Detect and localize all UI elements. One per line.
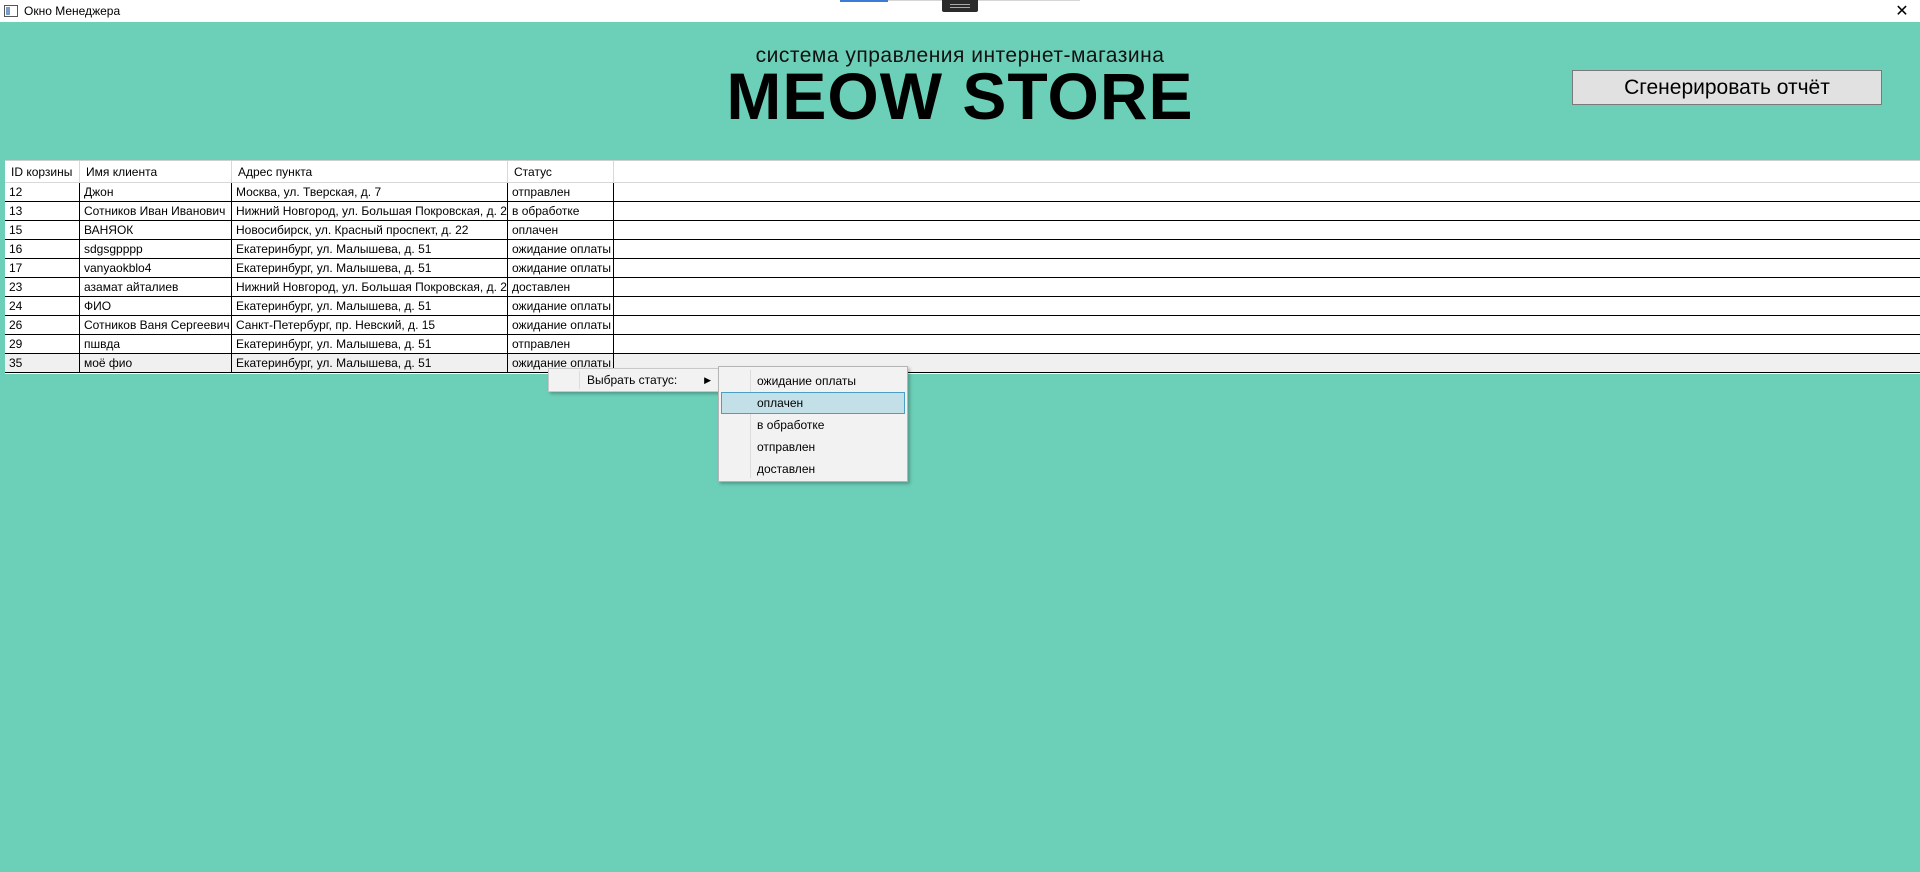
cell-address[interactable]: Нижний Новгород, ул. Большая Покровская,… [232,202,508,220]
column-header-filler [614,161,1920,182]
cell-filler [614,221,1920,239]
cell-status[interactable]: отправлен [508,335,614,353]
context-menu: Выбрать статус: ▶ [548,368,720,392]
cell-status[interactable]: оплачен [508,221,614,239]
cell-filler [614,278,1920,296]
table-row[interactable]: 13 Сотников Иван Иванович Нижний Новгород,… [5,202,1920,221]
submenu-arrow-icon: ▶ [704,375,711,385]
cell-address[interactable]: Екатеринбург, ул. Малышева, д. 51 [232,297,508,315]
status-submenu: ожидание оплаты оплачен в обработке отпр… [718,366,908,482]
cell-filler [614,259,1920,277]
column-header-status[interactable]: Статус [508,161,614,182]
cell-id[interactable]: 12 [5,183,80,201]
status-option-processing[interactable]: в обработке [721,414,905,436]
table-row[interactable]: 26 Сотников Ваня Сергеевич Санкт-Петербург… [5,316,1920,335]
column-header-address[interactable]: Адрес пункта [232,161,508,182]
title-bar: Окно Менеджера ✕ [0,0,1920,22]
cell-filler [614,316,1920,334]
table-row[interactable]: 35 моё фио Екатеринбург, ул. Малышева, д. … [5,354,1920,373]
orders-grid[interactable]: ID корзины Имя клиента Адрес пункта Стат… [5,160,1920,374]
cell-client-name[interactable]: sdgsgpppp [80,240,232,258]
cell-filler [614,297,1920,315]
cell-id[interactable]: 17 [5,259,80,277]
cell-client-name[interactable]: азамат айталиев [80,278,232,296]
close-button[interactable]: ✕ [1884,0,1920,22]
status-option-awaiting-payment[interactable]: ожидание оплаты [721,370,905,392]
cell-client-name[interactable]: vanyaokblo4 [80,259,232,277]
cell-client-name[interactable]: Джон [80,183,232,201]
cell-filler [614,240,1920,258]
cell-status[interactable]: ожидание оплаты [508,240,614,258]
cell-id[interactable]: 13 [5,202,80,220]
table-row[interactable]: 29 пшвда Екатеринбург, ул. Малышева, д. 51… [5,335,1920,354]
table-row[interactable]: 17 vanyaokblo4 Екатеринбург, ул. Малышева,… [5,259,1920,278]
table-row[interactable]: 12 Джон Москва, ул. Тверская, д. 7 отправле… [5,183,1920,202]
cell-client-name[interactable]: ВАНЯОК [80,221,232,239]
cell-filler [614,335,1920,353]
cell-id[interactable]: 26 [5,316,80,334]
cell-id[interactable]: 23 [5,278,80,296]
window-title: Окно Менеджера [24,4,121,18]
cell-status[interactable]: ожидание оплаты [508,297,614,315]
drag-handle-icon[interactable] [942,0,978,12]
cell-status[interactable]: ожидание оплаты [508,259,614,277]
menu-item-label: Выбрать статус: [587,373,678,387]
cell-id[interactable]: 16 [5,240,80,258]
cell-filler [614,183,1920,201]
menu-item-select-status[interactable]: Выбрать статус: ▶ [551,371,717,389]
cell-status[interactable]: доставлен [508,278,614,296]
cell-address[interactable]: Санкт-Петербург, пр. Невский, д. 15 [232,316,508,334]
accent-mark [840,0,888,2]
generate-report-button[interactable]: Сгенерировать отчёт [1572,70,1882,105]
cell-status[interactable]: отправлен [508,183,614,201]
status-option-shipped[interactable]: отправлен [721,436,905,458]
cell-address[interactable]: Нижний Новгород, ул. Большая Покровская,… [232,278,508,296]
cell-address[interactable]: Екатеринбург, ул. Малышева, д. 51 [232,259,508,277]
cell-address[interactable]: Новосибирск, ул. Красный проспект, д. 22 [232,221,508,239]
cell-client-name[interactable]: ФИО [80,297,232,315]
cell-id[interactable]: 35 [5,354,80,372]
cell-id[interactable]: 15 [5,221,80,239]
status-option-delivered[interactable]: доставлен [721,458,905,480]
cell-address[interactable]: Екатеринбург, ул. Малышева, д. 51 [232,354,508,372]
table-row[interactable]: 16 sdgsgpppp Екатеринбург, ул. Малышева, д… [5,240,1920,259]
column-header-id[interactable]: ID корзины [5,161,80,182]
grid-header: ID корзины Имя клиента Адрес пункта Стат… [5,161,1920,183]
cell-address[interactable]: Москва, ул. Тверская, д. 7 [232,183,508,201]
cell-client-name[interactable]: Сотников Иван Иванович [80,202,232,220]
cell-client-name[interactable]: Сотников Ваня Сергеевич [80,316,232,334]
cell-status[interactable]: ожидание оплаты [508,316,614,334]
table-row[interactable]: 24 ФИО Екатеринбург, ул. Малышева, д. 51 ож… [5,297,1920,316]
table-row[interactable]: 23 азамат айталиев Нижний Новгород, ул. Бо… [5,278,1920,297]
cell-client-name[interactable]: моё фио [80,354,232,372]
table-row[interactable]: 15 ВАНЯОК Новосибирск, ул. Красный проспек… [5,221,1920,240]
status-option-paid[interactable]: оплачен [721,392,905,414]
cell-address[interactable]: Екатеринбург, ул. Малышева, д. 51 [232,335,508,353]
column-header-name[interactable]: Имя клиента [80,161,232,182]
cell-filler [614,202,1920,220]
menu-gutter [579,371,580,389]
cell-address[interactable]: Екатеринбург, ул. Малышева, д. 51 [232,240,508,258]
window-icon [4,5,18,17]
cell-status[interactable]: в обработке [508,202,614,220]
cell-id[interactable]: 24 [5,297,80,315]
cell-client-name[interactable]: пшвда [80,335,232,353]
cell-id[interactable]: 29 [5,335,80,353]
divider-mark [888,0,1080,1]
